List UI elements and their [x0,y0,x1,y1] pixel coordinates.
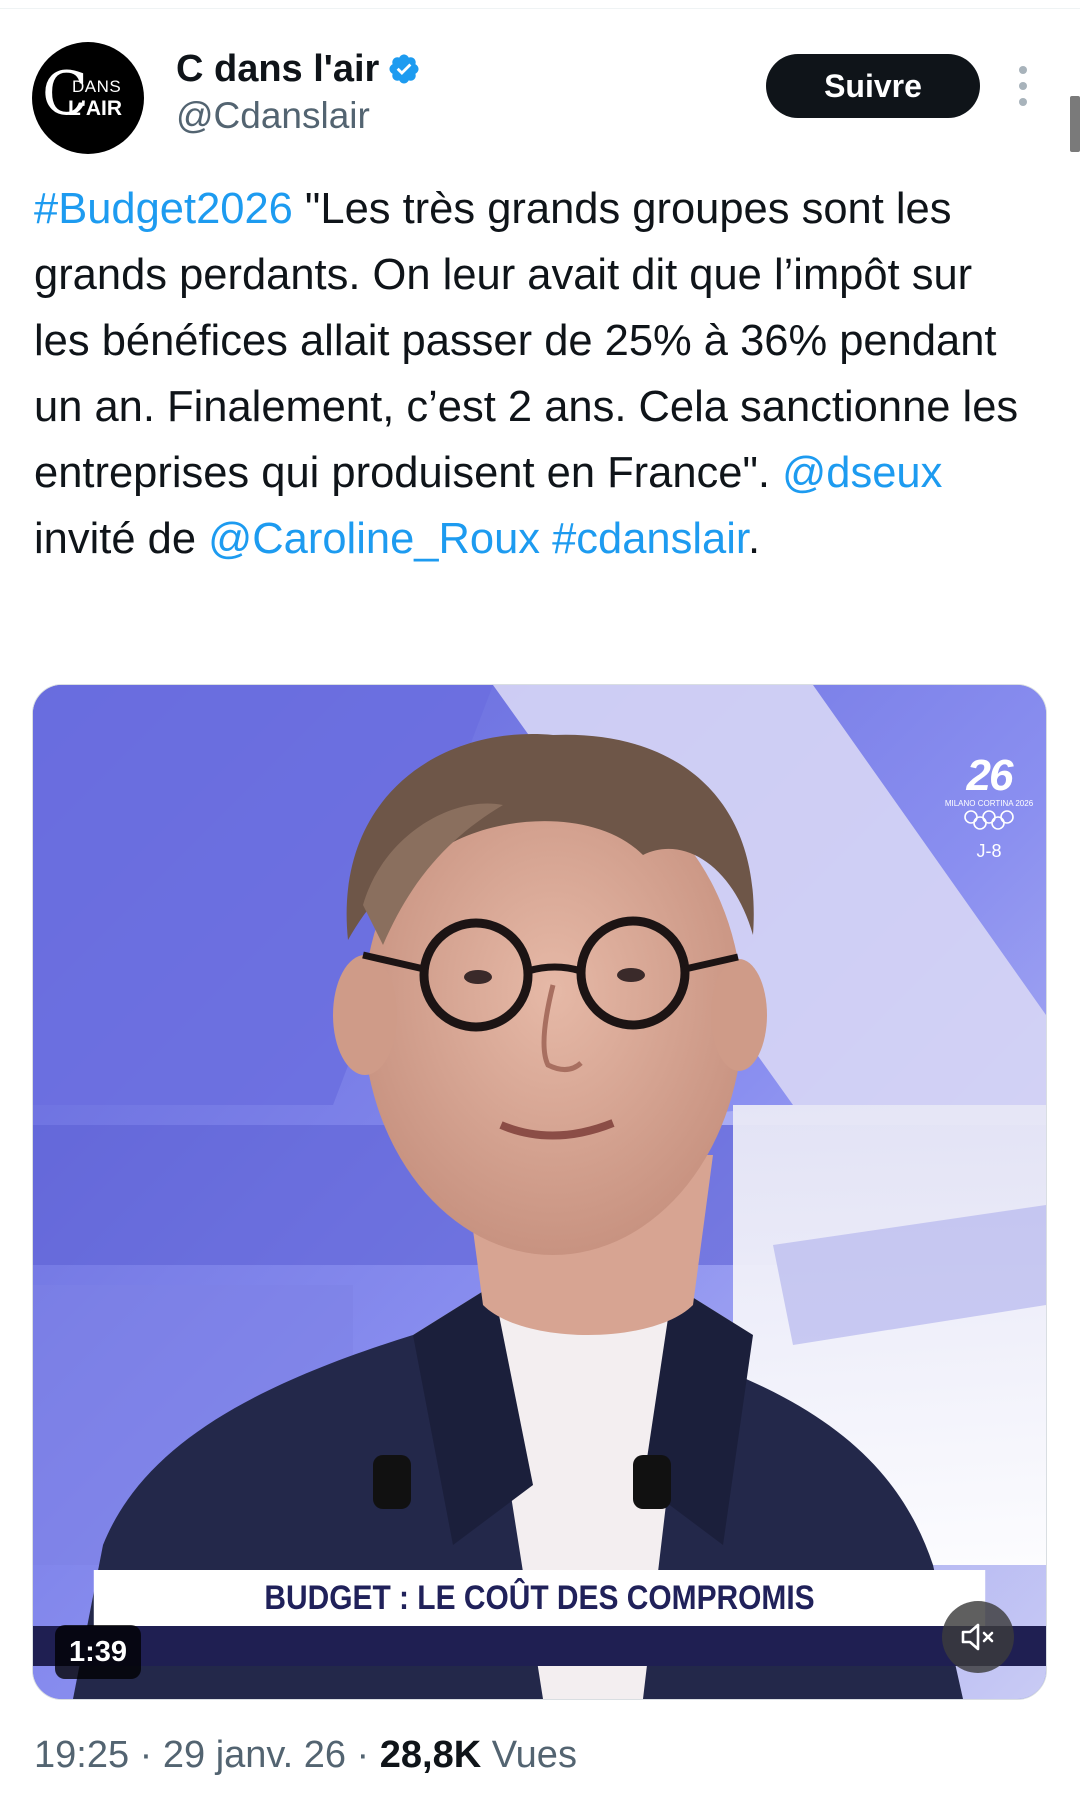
mention-dseux[interactable]: @dseux [782,449,942,497]
video-player[interactable]: 26 MILANO CORTINA 2026 J-8 BUDGET : LE C… [32,684,1047,1700]
mute-button[interactable] [942,1601,1014,1673]
tweet-time[interactable]: 19:25 [34,1734,129,1776]
badge-countdown: J-8 [976,841,1002,861]
author-handle[interactable]: @Cdanslair [176,94,370,138]
banner-underline [33,1626,1046,1666]
video-duration: 1:39 [55,1625,142,1679]
mention-caroline-roux[interactable]: @Caroline_Roux [208,515,540,563]
tweet-text-space [540,515,552,563]
verified-badge-icon[interactable] [387,52,421,86]
meta-separator-2: · [345,1734,380,1776]
badge-subtitle: MILANO CORTINA 2026 [944,799,1034,808]
author-display-name[interactable]: C dans l'air [176,46,379,92]
author-avatar[interactable]: C DANS L'AIR [32,42,144,154]
author-name-row: C dans l'air [176,46,421,92]
hashtag-cdanslair[interactable]: #cdanslair [552,515,748,563]
hashtag-budget2026[interactable]: #Budget2026 [34,185,293,233]
tweet-text: #Budget2026 "Les très grands groupes son… [34,176,1034,572]
avatar-logo-top: DANS [72,77,122,96]
tweet-text-connector: invité de [34,515,209,563]
top-divider [0,0,1080,9]
scrollbar-thumb[interactable] [1070,96,1080,152]
video-frame [33,685,1046,1699]
tweet-text-period: . [748,515,761,563]
follow-button[interactable]: Suivre [766,54,980,118]
tweet-date[interactable]: 29 janv. 26 [163,1734,346,1776]
avatar-logo-bottom: L'AIR [68,97,122,120]
meta-separator: · [129,1734,163,1776]
tweet-page: C DANS L'AIR C dans l'air @Cdanslair Sui… [0,0,1080,1799]
speaker-muted-icon [961,1623,994,1651]
badge-logo: 26 [966,751,1014,800]
views-count[interactable]: 28,8K [380,1734,481,1776]
more-options-icon[interactable] [1010,64,1036,108]
tweet-meta: 19:25 · 29 janv. 26 · 28,8K Vues [34,1732,577,1778]
olympic-badge: 26 MILANO CORTINA 2026 J-8 [944,753,1034,862]
views-label: Vues [491,1734,577,1776]
video-caption-banner: BUDGET : LE COÛT DES COMPROMIS [93,1570,986,1626]
olympic-rings-icon [964,810,1014,830]
